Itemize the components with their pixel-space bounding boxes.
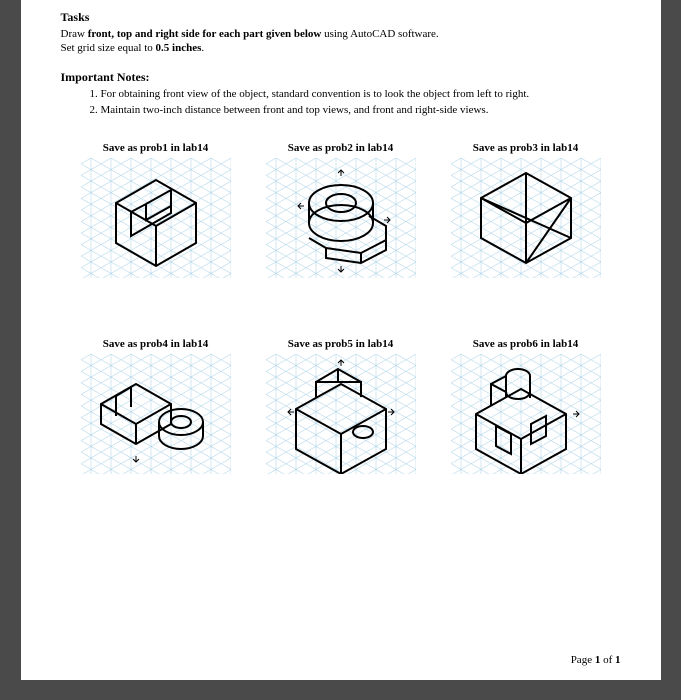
notes-list: For obtaining front view of the object, …: [61, 87, 621, 119]
note-item-1: For obtaining front view of the object, …: [101, 87, 621, 102]
figure-6: Save as prob6 in lab14: [451, 338, 601, 474]
figure-3: Save as prob3 in lab14: [451, 142, 601, 278]
figure-image: [81, 354, 231, 474]
text: For obtaining: [101, 88, 163, 100]
figure-image: [266, 354, 416, 474]
text-bold: front, top and right side for each part …: [88, 28, 322, 40]
tasks-line-1: Draw front, top and right side for each …: [61, 27, 621, 41]
text-bold: front view: [163, 88, 209, 100]
figure-caption: Save as prob3 in lab14: [451, 142, 601, 154]
text: .: [526, 88, 529, 100]
text: using AutoCAD software.: [321, 28, 438, 40]
text-bold: 1: [615, 654, 621, 666]
text: of the object, standard convention is to…: [208, 88, 477, 100]
tasks-line-2: Set grid size equal to 0.5 inches.: [61, 41, 621, 55]
figure-5: Save as prob5 in lab14: [266, 338, 416, 474]
important-notes-heading: Important Notes:: [61, 70, 621, 85]
text-bold: 0.5 inches: [156, 42, 202, 54]
figure-caption: Save as prob5 in lab14: [266, 338, 416, 350]
figure-caption: Save as prob1 in lab14: [81, 142, 231, 154]
text: Set grid size equal to: [61, 42, 156, 54]
note-item-2: Maintain two-inch distance between front…: [101, 103, 621, 118]
figure-4: Save as prob4 in lab14: [81, 338, 231, 474]
figure-image: [266, 158, 416, 278]
text: Draw: [61, 28, 88, 40]
tasks-heading: Tasks: [61, 10, 621, 25]
figure-image: [81, 158, 231, 278]
figure-caption: Save as prob4 in lab14: [81, 338, 231, 350]
text: Page: [571, 654, 595, 666]
figure-2: Save as prob2 in lab14: [266, 142, 416, 278]
document-page: Tasks Draw front, top and right side for…: [21, 0, 661, 680]
figure-caption: Save as prob6 in lab14: [451, 338, 601, 350]
figure-caption: Save as prob2 in lab14: [266, 142, 416, 154]
text: of: [600, 654, 615, 666]
text: .: [201, 42, 204, 54]
figure-image: [451, 158, 601, 278]
text-bold: left to right: [477, 88, 527, 100]
figure-1: Save as prob1 in lab14: [81, 142, 231, 278]
page-footer: Page 1 of 1: [571, 654, 621, 666]
figures-row-2: Save as prob4 in lab14: [61, 338, 621, 474]
figure-image: [451, 354, 601, 474]
figures-row-1: Save as prob1 in lab14: [61, 142, 621, 278]
